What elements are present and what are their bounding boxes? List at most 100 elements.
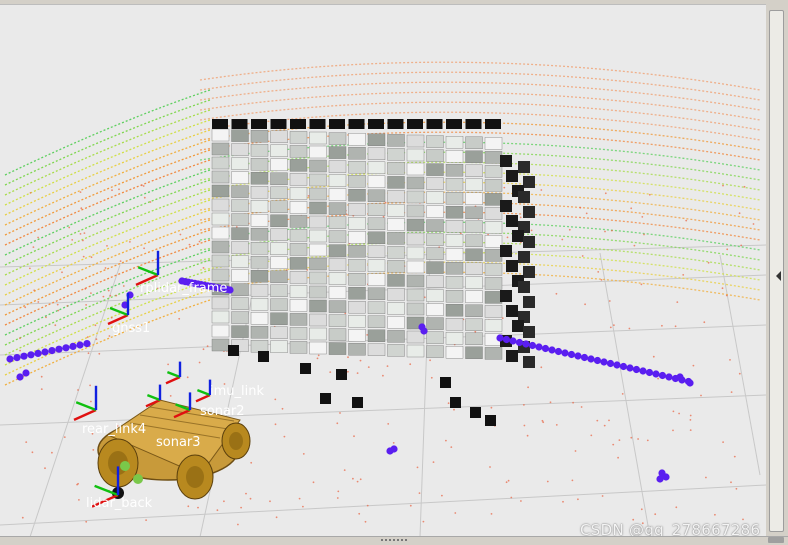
- scan-dot: [730, 481, 732, 484]
- laser-point: [665, 373, 673, 381]
- voxel: [367, 203, 386, 217]
- voxel: [426, 331, 444, 344]
- voxel-dark: [426, 119, 443, 129]
- scan-dot: [21, 516, 24, 519]
- scan-dot: [63, 436, 66, 438]
- scan-dot: [317, 354, 320, 357]
- scan-dot: [145, 519, 148, 521]
- scan-dot: [359, 359, 362, 362]
- scan-dot: [76, 483, 78, 486]
- scan-dot: [540, 189, 543, 191]
- voxel: [426, 345, 444, 358]
- voxel: [465, 318, 483, 331]
- scan-dot: [409, 504, 412, 507]
- voxel: [387, 260, 405, 273]
- scan-dot: [707, 261, 710, 264]
- voxel: [211, 254, 230, 268]
- voxel-dark: [407, 119, 423, 129]
- voxel: [289, 159, 308, 172]
- scan-dot: [640, 283, 643, 286]
- panel-collapse-handle[interactable]: [769, 10, 784, 532]
- grip-icon[interactable]: [380, 538, 408, 542]
- arrow-left-icon[interactable]: [776, 271, 781, 281]
- voxel: [445, 149, 464, 163]
- voxel: [484, 263, 503, 276]
- laser-point: [658, 371, 667, 380]
- watermark: CSDN @qq_278667286: [580, 521, 761, 537]
- scan-dot: [714, 513, 716, 516]
- voxel: [250, 255, 269, 269]
- scan-dot: [726, 248, 729, 251]
- scan-arc: [4, 179, 211, 266]
- scan-dot: [692, 364, 695, 367]
- scan-dot: [590, 434, 593, 437]
- voxel: [426, 289, 444, 302]
- voxel: [289, 201, 308, 214]
- scan-dot: [54, 324, 57, 327]
- scan-dot: [329, 371, 332, 373]
- voxel: [289, 327, 308, 340]
- scan-dot: [672, 410, 675, 413]
- scan-dot: [188, 243, 191, 246]
- scan-dot: [648, 193, 651, 196]
- frame-label-sonar2: sonar2: [200, 404, 245, 419]
- 3d-viewport[interactable]: gnss1 rear_link4 sonar3 lidar_back rplid…: [0, 4, 766, 537]
- scan-dot: [743, 185, 746, 188]
- scan-dot: [106, 245, 108, 247]
- scan-dot: [675, 506, 678, 509]
- voxel: [231, 227, 249, 240]
- voxel: [406, 218, 425, 232]
- scan-dot: [82, 255, 85, 258]
- voxel: [465, 220, 483, 234]
- scan-dot: [527, 386, 529, 389]
- scan-dot: [140, 184, 143, 187]
- scan-arc: [4, 129, 211, 216]
- scan-dot: [520, 500, 522, 502]
- voxel: [367, 161, 386, 175]
- scan-dot: [584, 303, 586, 306]
- voxel: [445, 332, 464, 345]
- voxel-dark: [228, 345, 239, 356]
- voxel: [250, 270, 269, 283]
- voxel: [328, 286, 347, 299]
- scan-dot: [167, 363, 170, 366]
- voxel: [289, 145, 308, 158]
- voxel: [250, 185, 269, 199]
- scan-dot: [107, 289, 110, 292]
- voxel: [387, 218, 405, 231]
- voxel: [445, 177, 464, 191]
- scan-dot: [29, 267, 31, 270]
- scan-dot: [32, 246, 35, 249]
- scan-dot: [526, 434, 529, 437]
- resize-corner-icon[interactable]: [768, 537, 784, 543]
- scan-dot: [90, 256, 93, 259]
- scan-dot: [682, 274, 685, 276]
- scan-dot: [530, 229, 533, 232]
- voxel: [328, 328, 347, 341]
- scan-dot: [574, 450, 577, 452]
- voxel: [348, 273, 366, 286]
- scan-dot: [237, 523, 239, 526]
- scan-dot: [689, 414, 692, 417]
- laser-point: [567, 350, 576, 359]
- voxel: [211, 184, 230, 198]
- scan-dot: [604, 230, 606, 233]
- scan-dot: [79, 191, 82, 194]
- scan-dot: [79, 233, 82, 235]
- voxel: [211, 198, 230, 212]
- voxel: [270, 256, 288, 270]
- voxel: [465, 150, 483, 164]
- scan-arc: [199, 61, 761, 91]
- voxel: [367, 245, 386, 259]
- scan-dot: [202, 348, 205, 351]
- scan-dot: [506, 236, 509, 239]
- scan-dot: [630, 207, 633, 210]
- voxel: [270, 200, 288, 214]
- frame-label-sonar3: sonar3: [156, 435, 201, 450]
- laser-point: [509, 337, 517, 345]
- laser-point: [515, 338, 524, 347]
- point-cloud-scene[interactable]: gnss1 rear_link4 sonar3 lidar_back rplid…: [0, 5, 766, 537]
- voxel: [426, 303, 444, 316]
- voxel: [348, 343, 366, 356]
- voxel: [465, 178, 483, 192]
